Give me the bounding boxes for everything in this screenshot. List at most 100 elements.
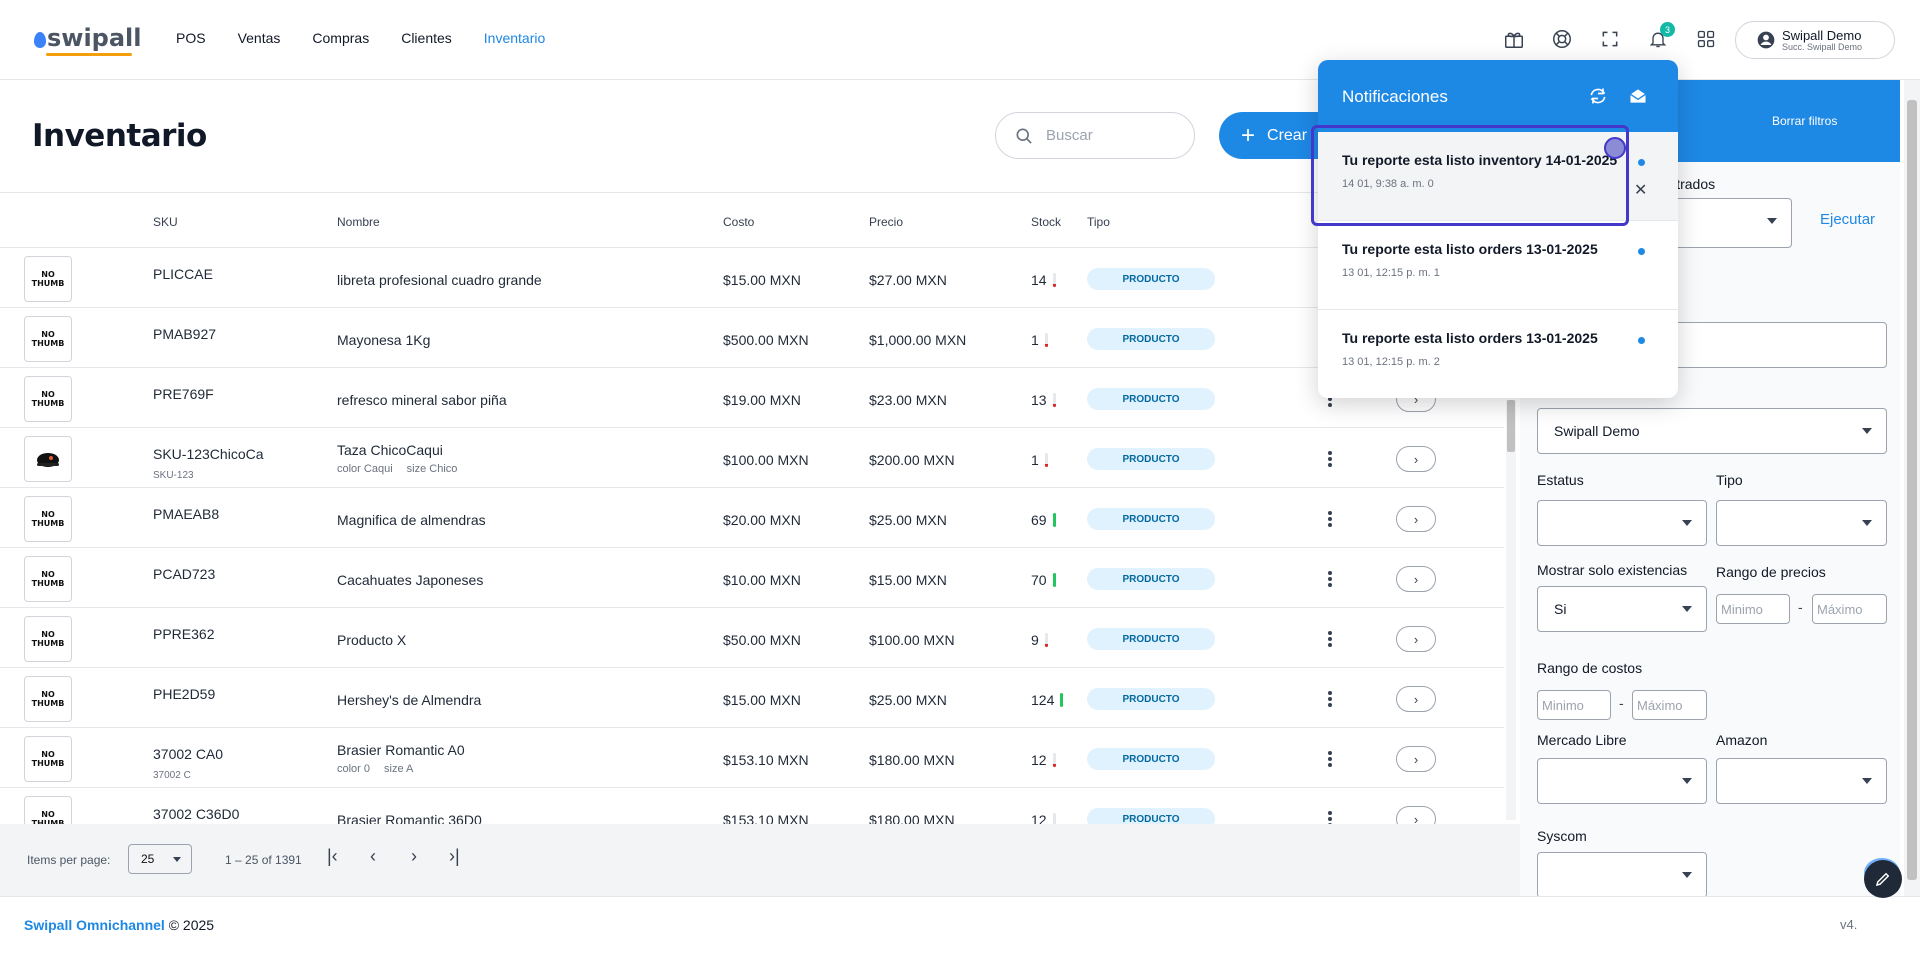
clear-filters-button[interactable]: Borrar filtros <box>1772 114 1837 128</box>
table-row[interactable]: NO THUMB 37002 CA0 37002 C Brasier Romantic… <box>0 728 1504 788</box>
footer-brand[interactable]: Swipall Omnichannel <box>24 917 165 933</box>
open-detail-button[interactable]: › <box>1396 746 1436 772</box>
cost-range-dash: - <box>1619 695 1624 711</box>
items-per-page-label: Items per page: <box>27 853 111 867</box>
notification-item[interactable]: Tu reporte esta listo orders 13-01-2025 … <box>1318 310 1678 398</box>
col-tipo[interactable]: Tipo <box>1087 215 1110 229</box>
table-row[interactable]: NO THUMB PLICCAE libreta profesional cuadr… <box>0 248 1504 308</box>
help-icon[interactable] <box>1549 26 1575 52</box>
table-scrollbar[interactable] <box>1506 400 1516 820</box>
nav-item-compras[interactable]: Compras <box>312 30 369 46</box>
stock: 13 <box>1031 392 1056 408</box>
price-max-input[interactable]: Máximo <box>1812 594 1887 624</box>
table-row[interactable]: NO THUMB PHE2D59 Hershey's de Almendra $15.… <box>0 668 1504 728</box>
user-menu[interactable]: Swipall Demo Succ. Swipall Demo <box>1735 21 1895 59</box>
type-badge: PRODUCTO <box>1087 808 1215 824</box>
cost: $15.00 MXN <box>723 692 801 708</box>
variant-attributes: color 0 size A <box>337 763 414 775</box>
more-options-icon[interactable] <box>1324 568 1336 590</box>
col-sku[interactable]: SKU <box>153 215 178 229</box>
stock-only-select[interactable]: Si <box>1537 586 1707 632</box>
table-body: NO THUMB PLICCAE libreta profesional cuadr… <box>0 248 1504 824</box>
last-page-icon[interactable]: ›| <box>449 846 460 867</box>
cost: $153.10 MXN <box>723 752 809 768</box>
cost: $19.00 MXN <box>723 392 801 408</box>
notification-item[interactable]: Tu reporte esta listo orders 13-01-2025 … <box>1318 221 1678 310</box>
type-badge: PRODUCTO <box>1087 388 1215 410</box>
col-precio[interactable]: Precio <box>869 215 903 229</box>
open-detail-button[interactable]: › <box>1396 626 1436 652</box>
cost-min-input[interactable]: Minimo <box>1537 690 1611 720</box>
type-badge: PRODUCTO <box>1087 448 1215 470</box>
sku: PHE2D59 <box>153 686 216 702</box>
first-page-icon[interactable]: |‹ <box>327 846 338 867</box>
open-detail-button[interactable]: › <box>1396 446 1436 472</box>
type-badge: PRODUCTO <box>1087 688 1215 710</box>
nav-item-pos[interactable]: POS <box>176 30 206 46</box>
nav-item-clientes[interactable]: Clientes <box>401 30 452 46</box>
more-options-icon[interactable] <box>1324 448 1336 470</box>
pen-icon <box>1875 872 1890 887</box>
type-badge: PRODUCTO <box>1087 568 1215 590</box>
table-row[interactable]: NO THUMB PCAD723 Cacahuates Japoneses $10.0… <box>0 548 1504 608</box>
open-detail-button[interactable]: › <box>1396 566 1436 592</box>
type-label: Tipo <box>1716 472 1743 488</box>
fullscreen-icon[interactable] <box>1597 26 1623 52</box>
stock-level-bar <box>1044 333 1048 347</box>
sku: PPRE362 <box>153 626 215 642</box>
open-detail-button[interactable]: › <box>1396 686 1436 712</box>
app-version: v4. <box>1840 917 1858 932</box>
table-row[interactable]: NO THUMB PPRE362 Producto X $50.00 MXN $100.… <box>0 608 1504 668</box>
more-options-icon[interactable] <box>1324 508 1336 530</box>
more-options-icon[interactable] <box>1324 748 1336 770</box>
notifications-title: Notificaciones <box>1342 87 1448 106</box>
stock: 12 <box>1031 752 1056 768</box>
search-icon <box>1016 128 1032 144</box>
close-icon[interactable]: ✕ <box>1634 180 1647 200</box>
page-scrollbar[interactable] <box>1904 80 1920 896</box>
table-row[interactable]: NO THUMB 37002 C36D0 Brasier Romantic 36D0… <box>0 788 1504 824</box>
status-select[interactable] <box>1537 500 1707 546</box>
branch-select[interactable]: Swipall Demo <box>1537 408 1887 454</box>
syscom-select[interactable] <box>1537 852 1707 898</box>
open-detail-button[interactable]: › <box>1396 806 1436 824</box>
items-per-page-select[interactable]: 25 <box>128 844 192 874</box>
focus-highlight <box>1311 125 1629 226</box>
table-row[interactable]: NO THUMB PMAEAB8 Magnifica de almendras $20… <box>0 488 1504 548</box>
execute-button[interactable]: Ejecutar <box>1820 211 1875 228</box>
search-input[interactable]: Buscar <box>995 112 1195 159</box>
mark-read-icon[interactable] <box>1628 86 1648 106</box>
filtrados-select[interactable] <box>1670 198 1792 248</box>
more-options-icon[interactable] <box>1324 688 1336 710</box>
col-stock[interactable]: Stock <box>1031 215 1061 229</box>
stock: 70 <box>1031 572 1056 588</box>
type-select[interactable] <box>1716 500 1887 546</box>
more-options-icon[interactable] <box>1324 628 1336 650</box>
price: $27.00 MXN <box>869 272 947 288</box>
stock: 1 <box>1031 332 1048 348</box>
next-page-icon[interactable]: › <box>411 846 417 867</box>
price: $1,000.00 MXN <box>869 332 967 348</box>
more-options-icon[interactable] <box>1324 808 1336 824</box>
gift-icon[interactable] <box>1501 26 1527 52</box>
brand-logo[interactable]: swipall <box>34 24 142 56</box>
pen-tool-button[interactable] <box>1864 860 1902 898</box>
mercadolibre-select[interactable] <box>1537 758 1707 804</box>
col-costo[interactable]: Costo <box>723 215 754 229</box>
refresh-icon[interactable] <box>1588 86 1608 106</box>
prev-page-icon[interactable]: ‹ <box>370 846 376 867</box>
table-row[interactable]: SKU-123ChicoCa SKU-123 Taza ChicoCaqui colo… <box>0 428 1504 488</box>
product-thumbnail: NO THUMB <box>24 796 72 824</box>
bell-icon[interactable]: 3 <box>1645 22 1675 52</box>
cost-max-input[interactable]: Máximo <box>1632 690 1707 720</box>
col-nombre[interactable]: Nombre <box>337 215 380 229</box>
open-detail-button[interactable]: › <box>1396 506 1436 532</box>
cost: $15.00 MXN <box>723 272 801 288</box>
apps-grid-icon[interactable] <box>1693 26 1719 52</box>
table-row[interactable]: NO THUMB PRE769F refresco mineral sabor pi… <box>0 368 1504 428</box>
nav-item-inventario[interactable]: Inventario <box>484 30 545 46</box>
amazon-select[interactable] <box>1716 758 1887 804</box>
table-row[interactable]: NO THUMB PMAB927 Mayonesa 1Kg $500.00 MXN $1… <box>0 308 1504 368</box>
price-min-input[interactable]: Minimo <box>1716 594 1790 624</box>
nav-item-ventas[interactable]: Ventas <box>238 30 281 46</box>
